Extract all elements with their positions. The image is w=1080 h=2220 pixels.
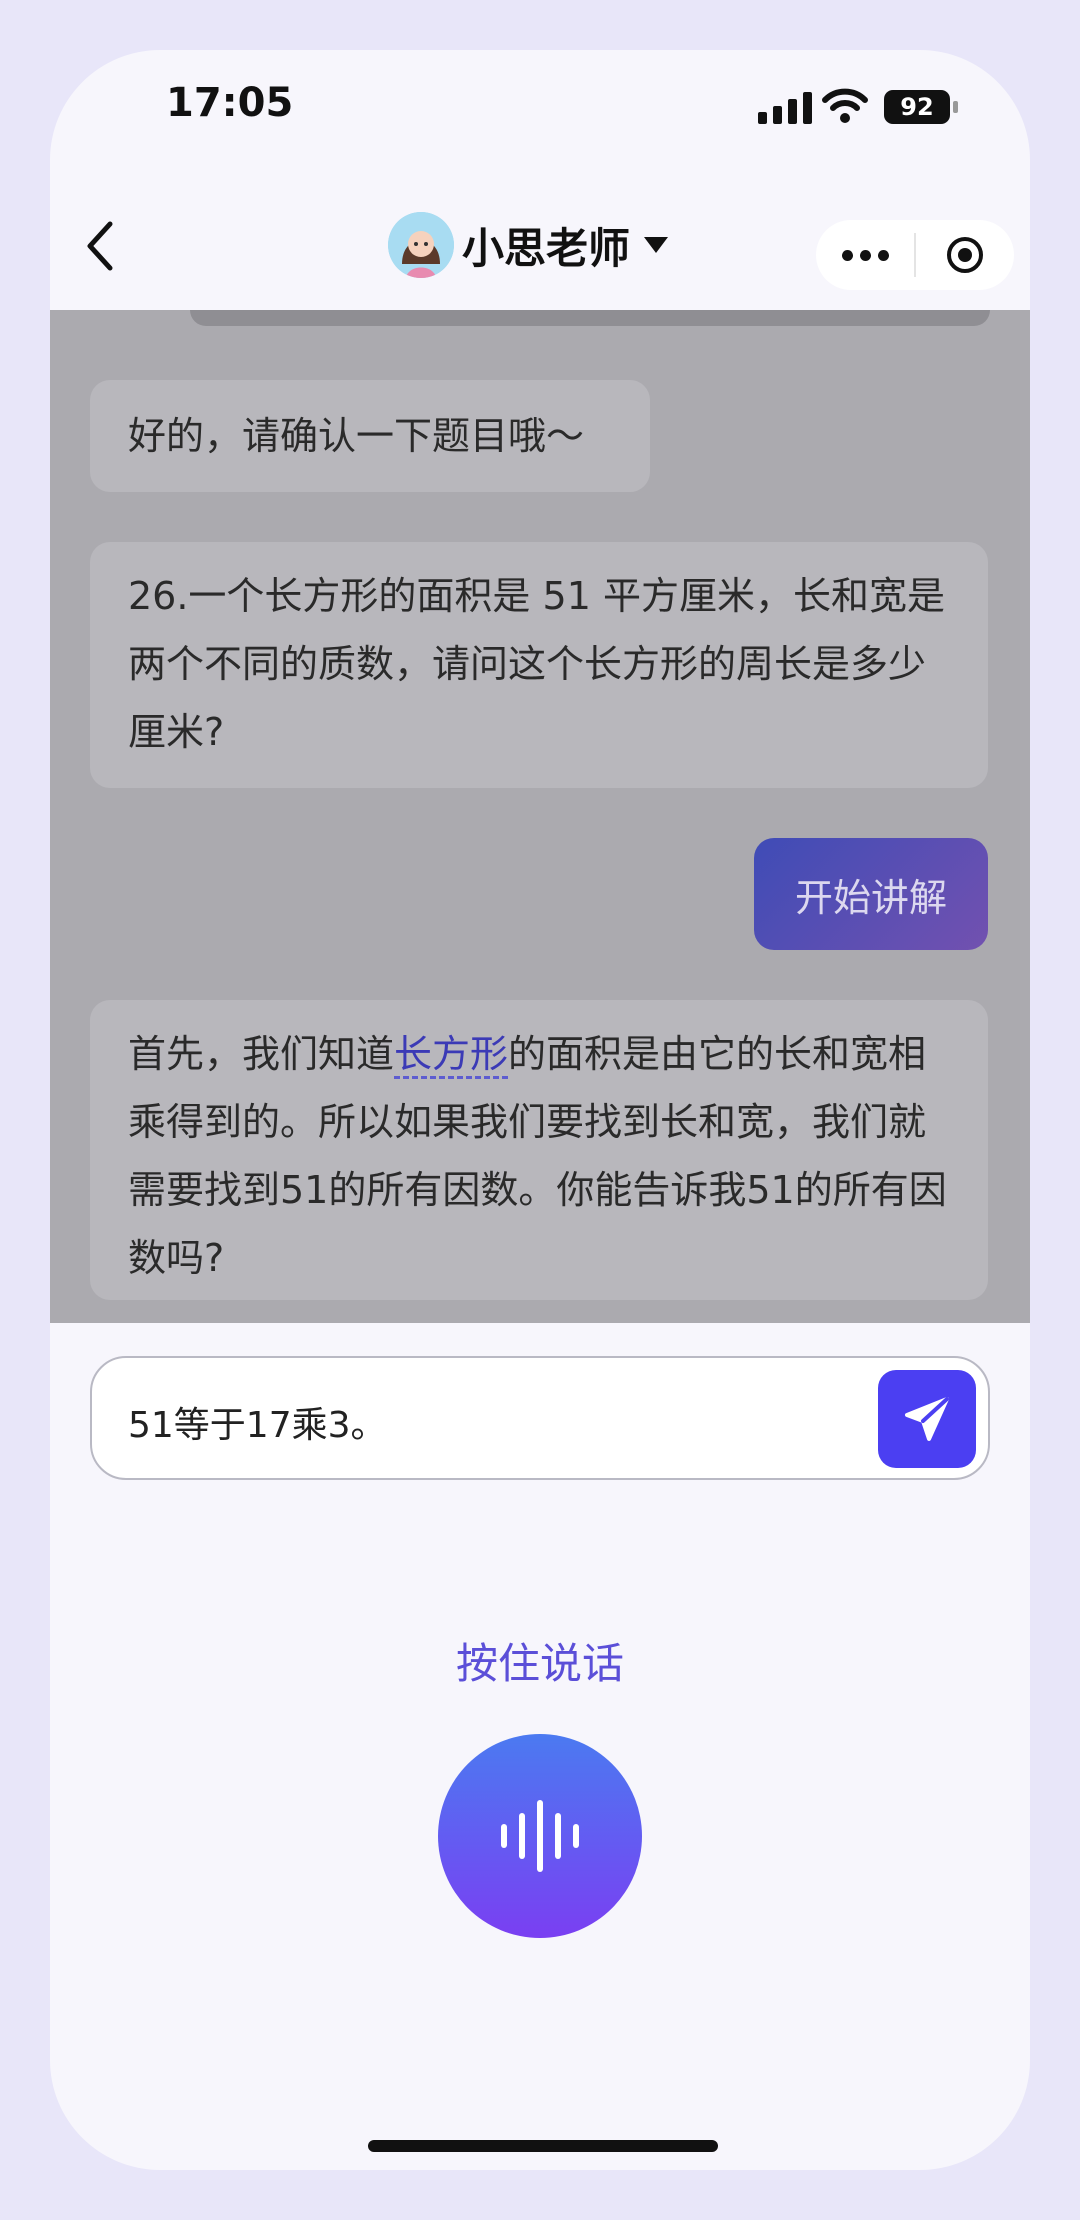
- explanation-text-start: 首先，我们知道: [128, 1032, 395, 1076]
- more-options-icon[interactable]: [816, 220, 914, 290]
- status-time: 17:05: [166, 80, 294, 126]
- close-program-icon[interactable]: [916, 220, 1014, 290]
- explanation-message: 首先，我们知道长方形的面积是由它的长和宽相乘得到的。所以如果我们要找到长和宽，我…: [90, 1000, 988, 1300]
- back-arrow-icon[interactable]: [76, 216, 126, 276]
- nav-title-button[interactable]: 小思老师: [388, 212, 669, 278]
- highlight-term-link[interactable]: 长方形: [394, 1032, 509, 1079]
- dropdown-caret-icon: [644, 237, 669, 253]
- teacher-name: 小思老师: [462, 223, 631, 273]
- question-message: 26.一个长方形的面积是 51 平方厘米，长和宽是两个不同的质数，请问这个长方形…: [90, 542, 988, 788]
- cellular-signal-icon: [758, 92, 812, 124]
- send-icon: [905, 1397, 949, 1441]
- voice-record-button[interactable]: [438, 1734, 642, 1938]
- home-indicator[interactable]: [368, 2140, 718, 2152]
- input-value: 51等于17乘3。: [128, 1405, 387, 1446]
- mini-program-capsule: [816, 220, 1014, 290]
- chat-area[interactable]: 好的，请确认一下题目哦～ 26.一个长方形的面积是 51 平方厘米，长和宽是两个…: [50, 310, 1030, 1323]
- message-input-field[interactable]: 51等于17乘3。: [90, 1356, 990, 1480]
- teacher-avatar: [388, 212, 454, 278]
- phone-screen: 17:05 92 小思老师 好的，请确认一下题目哦～ 26.一个长方形的面积是 …: [50, 50, 1030, 2170]
- wifi-icon: [822, 88, 868, 123]
- previous-message-edge: [190, 310, 990, 326]
- battery-icon: 92: [884, 90, 958, 124]
- user-message: 开始讲解: [754, 838, 988, 950]
- assistant-message: 好的，请确认一下题目哦～: [90, 380, 650, 492]
- hold-to-talk-label: 按住说话: [455, 1639, 624, 1688]
- status-bar: 17:05 92: [50, 50, 1030, 180]
- send-button[interactable]: [878, 1370, 976, 1468]
- nav-bar: 小思老师: [50, 180, 1030, 310]
